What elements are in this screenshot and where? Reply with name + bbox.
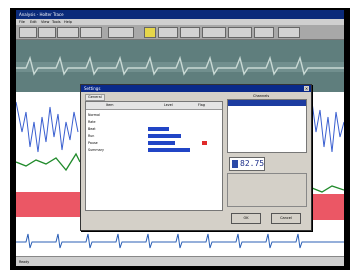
blue-trace-right bbox=[311, 101, 344, 153]
value-readout: 82.75 bbox=[229, 157, 265, 171]
row-label: Rate bbox=[88, 120, 96, 124]
green-trace-right bbox=[311, 185, 344, 193]
level-bar bbox=[148, 134, 181, 138]
menu-file[interactable]: File bbox=[19, 20, 25, 24]
bottom-ecg-strip bbox=[16, 233, 344, 249]
toolbar-button[interactable] bbox=[158, 27, 178, 38]
list-item[interactable] bbox=[228, 136, 306, 142]
level-bar bbox=[148, 148, 190, 152]
column-header: Level bbox=[164, 103, 173, 107]
toolbar-button[interactable] bbox=[180, 27, 200, 38]
table-row[interactable]: Rate bbox=[86, 119, 222, 125]
readout-gauge-icon bbox=[232, 160, 238, 168]
toolbar-button[interactable] bbox=[278, 27, 300, 38]
option-line[interactable] bbox=[230, 197, 300, 201]
toolbar-button[interactable] bbox=[254, 27, 274, 38]
menu-view[interactable]: View bbox=[41, 20, 49, 24]
results-table: Item Level Flag Normal Rate Beat Run Pause Su… bbox=[85, 101, 223, 211]
readout-value: 82.75 bbox=[240, 159, 265, 168]
toolbar-button[interactable] bbox=[108, 27, 134, 38]
status-left: Ready bbox=[19, 260, 30, 264]
option-line[interactable] bbox=[230, 177, 300, 181]
close-icon[interactable]: × bbox=[304, 86, 309, 91]
table-row[interactable]: Normal bbox=[86, 112, 222, 118]
table-header: Item Level Flag bbox=[86, 102, 222, 110]
toolbar-button[interactable] bbox=[228, 27, 252, 38]
row-label: Run bbox=[88, 134, 95, 138]
dialog-titlebar: Settings × bbox=[81, 85, 311, 92]
red-band-right bbox=[312, 194, 344, 220]
level-bar bbox=[148, 127, 169, 131]
blue-trace-left bbox=[16, 101, 79, 153]
status-bar: Ready bbox=[16, 256, 344, 266]
toolbar-button[interactable] bbox=[202, 27, 226, 38]
column-header: Item bbox=[106, 103, 114, 107]
toolbar-button[interactable] bbox=[38, 27, 56, 38]
settings-dialog: Settings × General Item Level Flag Norma… bbox=[80, 84, 312, 231]
tab-general[interactable]: General bbox=[85, 94, 105, 101]
channel-list[interactable] bbox=[227, 99, 307, 153]
toolbar-highlight-button[interactable] bbox=[144, 27, 156, 38]
table-row[interactable]: Beat bbox=[86, 126, 222, 132]
row-label: Normal bbox=[88, 113, 100, 117]
ok-button[interactable]: OK bbox=[231, 213, 261, 224]
window-title: Analysis - Holter Trace bbox=[19, 12, 64, 17]
menu-tools[interactable]: Tools bbox=[52, 20, 61, 24]
row-label: Summary bbox=[88, 148, 104, 152]
list-label: Channels bbox=[253, 94, 270, 98]
table-row[interactable]: Pause bbox=[86, 140, 222, 146]
option-line[interactable] bbox=[230, 187, 300, 191]
toolbar bbox=[16, 25, 344, 40]
options-group bbox=[227, 173, 307, 207]
flag-marker bbox=[202, 141, 207, 145]
window-titlebar: Analysis - Holter Trace bbox=[16, 10, 344, 19]
toolbar-button[interactable] bbox=[19, 27, 37, 38]
option-line[interactable] bbox=[230, 192, 300, 196]
table-row[interactable]: Run bbox=[86, 133, 222, 139]
toolbar-button[interactable] bbox=[80, 27, 102, 38]
dialog-title: Settings bbox=[84, 86, 101, 91]
table-row[interactable]: Summary bbox=[86, 147, 222, 153]
row-label: Beat bbox=[88, 127, 96, 131]
cancel-button[interactable]: Cancel bbox=[271, 213, 301, 224]
red-band-left bbox=[16, 192, 80, 217]
menu-edit[interactable]: Edit bbox=[30, 20, 37, 24]
option-line[interactable] bbox=[230, 182, 300, 186]
column-header: Flag bbox=[198, 103, 205, 107]
menu-help[interactable]: Help bbox=[64, 20, 72, 24]
green-trace-left bbox=[16, 152, 81, 172]
photo-stage: Analysis - Holter Trace File Edit View T… bbox=[0, 0, 359, 275]
row-label: Pause bbox=[88, 141, 98, 145]
toolbar-button[interactable] bbox=[57, 27, 79, 38]
level-bar bbox=[148, 141, 175, 145]
